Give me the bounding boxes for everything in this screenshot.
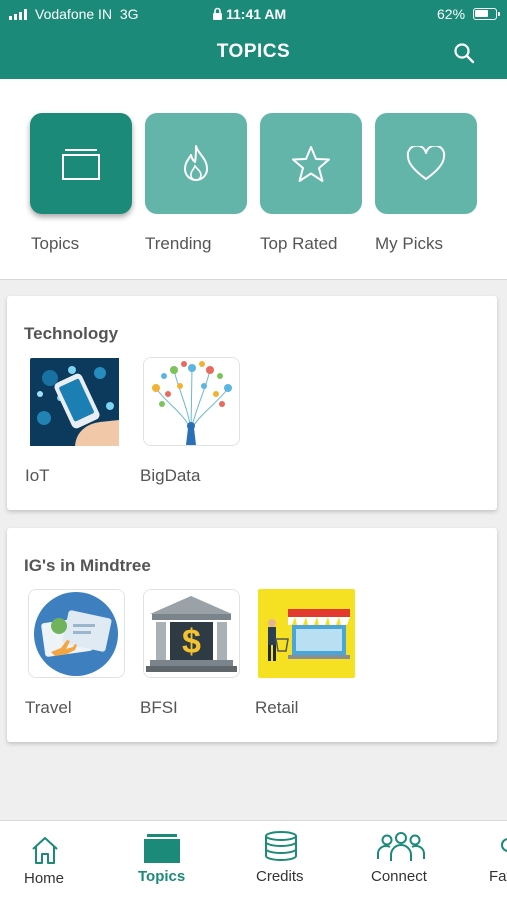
credits-icon <box>265 831 297 861</box>
topic-label: IoT <box>25 466 50 485</box>
section-card: Technology IoT BigData <box>7 296 497 510</box>
signal-icon <box>9 9 27 20</box>
page-title: TOPICS <box>216 41 291 62</box>
topic-tile-travel[interactable] <box>28 589 125 678</box>
filter-label: My Picks <box>375 234 443 253</box>
filter-label: Top Rated <box>260 234 338 253</box>
topic-label: BFSI <box>140 698 178 717</box>
svg-text:$: $ <box>182 623 201 661</box>
retail-image <box>258 589 355 678</box>
filter-trending-button[interactable] <box>145 113 247 214</box>
topics-icon <box>144 834 180 863</box>
topic-tile-iot[interactable] <box>30 358 127 447</box>
section-title: IG's in Mindtree <box>24 556 151 575</box>
topic-label: BigData <box>140 466 201 485</box>
connect-icon <box>377 832 425 861</box>
bottom-nav: Home Topics Credits Connect Fa <box>0 820 507 900</box>
clock: 11:41 AM <box>212 6 286 22</box>
topic-tile-retail[interactable] <box>258 589 355 678</box>
nav-connect[interactable]: Connect <box>356 821 446 900</box>
bigdata-image <box>144 358 239 445</box>
home-icon <box>32 837 58 864</box>
nav-label: Connect <box>371 868 427 885</box>
filter-top-rated-button[interactable] <box>260 113 362 214</box>
favourites-icon <box>501 838 507 852</box>
filter-bar: Topics Trending Top Rated My Picks <box>0 79 507 280</box>
star-icon <box>292 145 330 182</box>
carrier-text: Vodafone IN 3G <box>35 6 139 22</box>
search-icon[interactable] <box>452 41 476 65</box>
nav-credits[interactable]: Credits <box>236 821 326 900</box>
topic-label: Retail <box>255 698 299 717</box>
nav-topics[interactable]: Topics <box>118 821 208 900</box>
app-header: Vodafone IN 3G 11:41 AM 62% TOPICS <box>0 0 507 79</box>
nav-label: Topics <box>138 868 186 885</box>
section-card: IG's in Mindtree Travel $ BFSI Retail <box>7 528 497 742</box>
battery-percent: 62% <box>437 6 466 22</box>
status-bar: Vodafone IN 3G 11:41 AM 62% <box>0 0 507 28</box>
lock-icon <box>213 7 222 20</box>
nav-home[interactable]: Home <box>0 821 90 900</box>
filter-my-picks-button[interactable] <box>375 113 477 214</box>
battery-icon <box>473 8 500 20</box>
iot-image <box>30 358 119 446</box>
filter-label: Trending <box>145 234 212 253</box>
nav-favourites[interactable]: Fav <box>480 821 507 900</box>
nav-label: Home <box>24 870 65 887</box>
section-title: Technology <box>24 324 119 343</box>
topic-tile-bfsi[interactable]: $ <box>143 589 240 678</box>
heart-icon <box>406 145 446 180</box>
topic-tile-bigdata[interactable] <box>143 357 240 446</box>
nav-label: Fav <box>489 868 507 885</box>
bfsi-image: $ <box>144 590 239 677</box>
topic-label: Travel <box>25 698 72 717</box>
flame-icon <box>184 144 208 181</box>
filter-topics-button[interactable] <box>30 113 132 214</box>
travel-image <box>29 590 124 677</box>
filter-label: Topics <box>31 234 80 253</box>
folder-icon <box>62 148 100 180</box>
nav-label: Credits <box>256 868 304 885</box>
